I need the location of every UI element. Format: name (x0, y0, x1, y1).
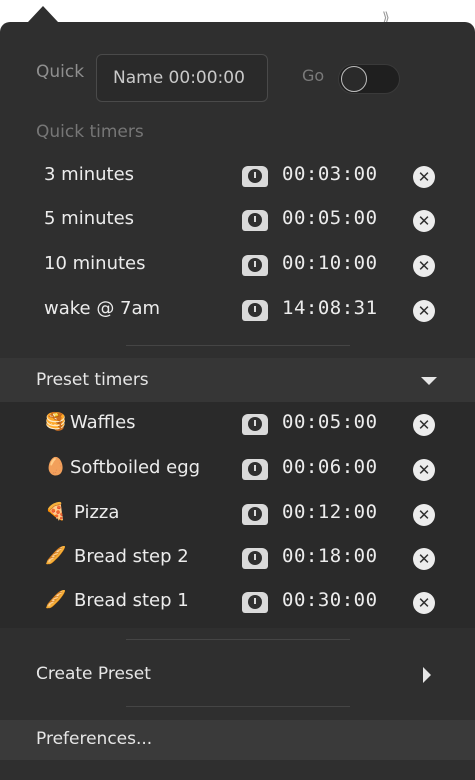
preferences-label: Preferences... (36, 729, 153, 749)
chevron-down-icon (421, 377, 437, 385)
alarm-clock-icon (242, 300, 268, 321)
create-preset-label: Create Preset (36, 664, 151, 684)
alarm-clock-icon (242, 255, 268, 276)
preset-timer-row[interactable]: 🥞 Waffles 00:05:00 ✕ (0, 402, 475, 446)
toggle-knob (341, 66, 367, 92)
close-icon[interactable]: ✕ (413, 210, 435, 232)
chevron-right-icon (423, 667, 431, 683)
timer-name: Pizza (74, 502, 120, 523)
timer-name: wake @ 7am (44, 298, 161, 319)
close-icon[interactable]: ✕ (413, 166, 435, 188)
timer-duration: 00:18:00 (282, 545, 378, 567)
quick-label: Quick (36, 62, 85, 82)
preset-timer-row[interactable]: 🥖 Bread step 1 00:30:00 ✕ (0, 580, 475, 624)
create-preset-menu-item[interactable]: Create Preset (0, 654, 475, 694)
pizza-icon: 🍕 (45, 502, 67, 522)
quick-timer-row[interactable]: 3 minutes 00:03:00 ✕ (0, 154, 475, 198)
quick-name-input[interactable] (96, 54, 268, 102)
timer-duration: 00:30:00 (282, 589, 378, 611)
separator (126, 345, 350, 346)
alarm-clock-icon (242, 459, 268, 480)
close-icon[interactable]: ✕ (413, 300, 435, 322)
close-icon[interactable]: ✕ (413, 592, 435, 614)
preferences-menu-item[interactable]: Preferences... (0, 720, 475, 760)
baguette-icon: 🥖 (45, 546, 67, 566)
quick-timer-row[interactable]: 5 minutes 00:05:00 ✕ (0, 198, 475, 242)
go-label: Go (302, 66, 325, 85)
timer-duration: 00:10:00 (282, 252, 378, 274)
alarm-clock-icon (242, 504, 268, 525)
alarm-clock-icon (242, 414, 268, 435)
quick-timer-row[interactable]: 10 minutes 00:10:00 ✕ (0, 243, 475, 287)
timer-popover-menu: Quick Go Quick timers 3 minutes 00:03:00… (0, 22, 475, 780)
close-icon[interactable]: ✕ (413, 504, 435, 526)
go-toggle[interactable] (338, 64, 400, 94)
egg-icon: 🥚 (45, 457, 67, 477)
alarm-clock-icon (242, 548, 268, 569)
timer-duration: 00:05:00 (282, 207, 378, 229)
quick-timer-row[interactable]: wake @ 7am 14:08:31 ✕ (0, 288, 475, 332)
timer-name: 5 minutes (44, 208, 135, 229)
close-icon[interactable]: ✕ (413, 459, 435, 481)
alarm-clock-icon (242, 592, 268, 613)
close-icon[interactable]: ✕ (413, 414, 435, 436)
timer-name: 3 minutes (44, 164, 135, 185)
timer-name: Bread step 1 (74, 590, 189, 611)
timer-duration: 14:08:31 (282, 297, 378, 319)
alarm-clock-icon (242, 166, 268, 187)
timer-name: Softboiled egg (70, 457, 201, 478)
timer-duration: 00:05:00 (282, 411, 378, 433)
timer-name: Waffles (70, 412, 136, 433)
preset-timers-heading: Preset timers (36, 370, 149, 390)
timer-duration: 00:03:00 (282, 163, 378, 185)
preset-timer-row[interactable]: 🥖 Bread step 2 00:18:00 ✕ (0, 536, 475, 580)
alarm-clock-icon (242, 210, 268, 231)
preset-timer-row[interactable]: 🍕 Pizza 00:12:00 ✕ (0, 492, 475, 536)
popover-arrow (28, 6, 58, 22)
pancakes-icon: 🥞 (45, 412, 67, 432)
preset-timers-expander[interactable]: Preset timers (0, 358, 475, 402)
timer-duration: 00:12:00 (282, 501, 378, 523)
preset-timer-row[interactable]: 🥚 Softboiled egg 00:06:00 ✕ (0, 447, 475, 491)
timer-duration: 00:06:00 (282, 456, 378, 478)
close-icon[interactable]: ✕ (413, 548, 435, 570)
separator (126, 706, 350, 707)
baguette-icon: 🥖 (45, 590, 67, 610)
timer-name: 10 minutes (44, 253, 146, 274)
separator (126, 639, 350, 640)
close-icon[interactable]: ✕ (413, 255, 435, 277)
timer-name: Bread step 2 (74, 546, 189, 567)
quick-timers-heading: Quick timers (36, 122, 144, 142)
